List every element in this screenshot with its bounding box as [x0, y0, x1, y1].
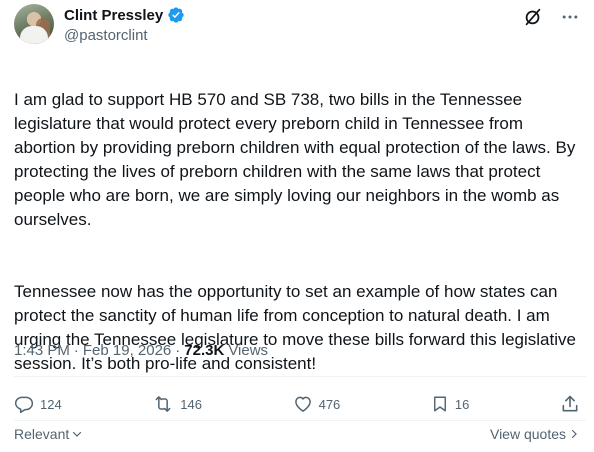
view-quotes-label: View quotes — [489, 426, 566, 442]
meta-separator: · — [175, 342, 181, 359]
views-count[interactable]: 72.3K — [184, 342, 224, 359]
post-top-actions — [522, 6, 580, 28]
meta-separator: · — [73, 342, 79, 359]
chevron-right-icon — [571, 429, 577, 439]
post-time[interactable]: 1:43 PM — [14, 342, 70, 359]
divider — [14, 420, 586, 421]
author-name-row[interactable]: Clint Pressley — [64, 6, 185, 24]
divider — [14, 376, 586, 377]
sort-label: Relevant — [14, 426, 70, 442]
reply-count: 124 — [40, 396, 62, 412]
post-paragraph: Tennessee now has the opportunity to set… — [14, 282, 576, 373]
grok-icon[interactable] — [522, 6, 544, 28]
more-icon[interactable] — [560, 7, 580, 27]
bookmark-count: 16 — [454, 396, 470, 412]
author-display-name[interactable]: Clint Pressley — [64, 7, 163, 24]
post-meta: 1:43 PM · Feb 19, 2026 · 72.3K Views — [14, 342, 268, 359]
verified-badge-icon[interactable] — [167, 6, 185, 24]
post-footer: Relevant View quotes — [14, 426, 580, 442]
views-label: Views — [228, 342, 269, 359]
chevron-down-icon — [73, 431, 82, 437]
repost-count: 146 — [180, 396, 202, 412]
reply-button[interactable]: 124 — [14, 394, 62, 414]
avatar[interactable] — [14, 4, 54, 44]
action-bar: 124 146 476 16 — [14, 392, 580, 416]
view-quotes-link[interactable]: View quotes — [490, 426, 580, 442]
sort-dropdown[interactable]: Relevant — [14, 426, 83, 442]
post-paragraph: I am glad to support HB 570 and SB 738, … — [14, 90, 576, 229]
avatar-figure — [20, 26, 48, 44]
like-button[interactable]: 476 — [293, 394, 341, 414]
post-date[interactable]: Feb 19, 2026 — [83, 342, 171, 359]
author-handle[interactable]: @pastorclint — [64, 27, 148, 44]
repost-button[interactable]: 146 — [152, 394, 202, 414]
like-count: 476 — [318, 396, 341, 412]
bookmark-button[interactable]: 16 — [431, 394, 469, 414]
share-button[interactable] — [560, 394, 580, 414]
